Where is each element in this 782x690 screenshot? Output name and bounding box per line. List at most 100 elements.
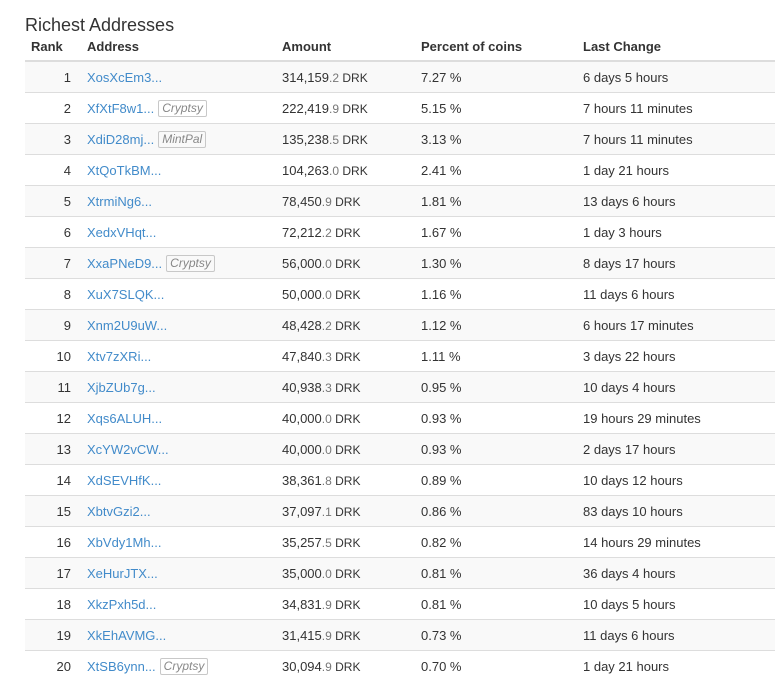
amount-integer: 50,000 <box>282 286 322 302</box>
percent-cell: 5.15 % <box>413 92 575 124</box>
last-change-cell: 11 days 6 hours <box>575 619 775 651</box>
address-link[interactable]: XfXtF8w1... <box>87 101 154 116</box>
last-change-cell: 1 day 21 hours <box>575 650 775 681</box>
rank-cell: 20 <box>25 650 75 681</box>
address-cell: XeHurJTX... <box>75 557 274 589</box>
last-change-cell: 6 hours 17 minutes <box>575 309 775 341</box>
percent-cell: 0.86 % <box>413 495 575 527</box>
table-row: 10 Xtv7zXRi... 47,840.3 DRK 1.11 % 3 days 22… <box>25 340 775 372</box>
address-cell: XosXcEm3... <box>75 60 274 93</box>
percent-cell: 3.13 % <box>413 123 575 155</box>
unit-label: DRK <box>335 504 361 519</box>
amount-cell: 135,238.5 DRK <box>274 123 413 155</box>
amount-unit: DRK <box>339 101 368 116</box>
address-link[interactable]: XjbZUb7g... <box>87 380 156 395</box>
address-cell: XkEhAVMG... <box>75 619 274 651</box>
unit-label: DRK <box>335 194 361 209</box>
table-row: 7 XxaPNeD9... Cryptsy 56,000.0 DRK 1.30 % 8 d… <box>25 247 775 279</box>
unit-label: DRK <box>335 225 361 240</box>
address-link[interactable]: Xnm2U9uW... <box>87 318 167 333</box>
unit-label: DRK <box>335 380 361 395</box>
address-link[interactable]: XedxVHqt... <box>87 225 156 240</box>
exchange-tag: Cryptsy <box>159 657 209 675</box>
unit-label: DRK <box>335 349 361 364</box>
unit-label: DRK <box>342 132 368 147</box>
amount-unit: DRK <box>332 194 361 209</box>
last-change-cell: 6 days 5 hours <box>575 60 775 93</box>
amount-decimal: .0 <box>321 411 332 426</box>
address-cell: XxaPNeD9... Cryptsy <box>75 247 274 279</box>
amount-cell: 34,831.9 DRK <box>274 588 413 620</box>
last-change-cell: 11 days 6 hours <box>575 278 775 310</box>
address-link[interactable]: XbVdy1Mh... <box>87 535 161 550</box>
address-link[interactable]: XkzPxh5d... <box>87 597 156 612</box>
address-link[interactable]: XtQoTkBM... <box>87 163 161 178</box>
unit-label: DRK <box>335 628 361 643</box>
address-link[interactable]: XdiD28mj... <box>87 132 154 147</box>
amount-unit: DRK <box>332 318 361 333</box>
address-link[interactable]: XeHurJTX... <box>87 566 158 581</box>
percent-cell: 0.73 % <box>413 619 575 651</box>
amount-decimal: .0 <box>321 566 332 581</box>
address-link[interactable]: XcYW2vCW... <box>87 442 169 457</box>
unit-label: DRK <box>342 101 368 116</box>
amount-cell: 56,000.0 DRK <box>274 247 413 279</box>
amount-cell: 78,450.9 DRK <box>274 185 413 217</box>
table-row: 1 XosXcEm3... 314,159.2 DRK 7.27 % 6 days 5 … <box>25 60 775 93</box>
address-link[interactable]: Xtv7zXRi... <box>87 349 151 364</box>
rank-cell: 11 <box>25 371 75 403</box>
amount-unit: DRK <box>332 659 361 674</box>
address-cell: XtSB6ynn... Cryptsy <box>75 650 274 681</box>
last-change-cell: 13 days 6 hours <box>575 185 775 217</box>
last-change-cell: 36 days 4 hours <box>575 557 775 589</box>
amount-decimal: .9 <box>321 597 332 612</box>
header-percent: Percent of coins <box>413 32 575 62</box>
amount-decimal: .9 <box>321 628 332 643</box>
header-rank: Rank <box>25 32 75 62</box>
address-link[interactable]: XtSB6ynn... <box>87 659 156 674</box>
rank-cell: 17 <box>25 557 75 589</box>
table-row: 20 XtSB6ynn... Cryptsy 30,094.9 DRK 0.70 % 1 … <box>25 650 775 681</box>
unit-label: DRK <box>335 535 361 550</box>
address-cell: XjbZUb7g... <box>75 371 274 403</box>
unit-label: DRK <box>335 318 361 333</box>
amount-unit: DRK <box>332 349 361 364</box>
amount-decimal: .0 <box>321 442 332 457</box>
address-link[interactable]: XuX7SLQK... <box>87 287 164 302</box>
amount-cell: 222,419.9 DRK <box>274 92 413 124</box>
table-row: 13 XcYW2vCW... 40,000.0 DRK 0.93 % 2 days 17… <box>25 433 775 465</box>
amount-integer: 135,238 <box>282 131 329 147</box>
amount-decimal: .2 <box>321 318 332 333</box>
unit-label: DRK <box>335 411 361 426</box>
address-link[interactable]: XdSEVHfK... <box>87 473 161 488</box>
address-link[interactable]: XkEhAVMG... <box>87 628 166 643</box>
address-cell: XdSEVHfK... <box>75 464 274 496</box>
address-cell: XedxVHqt... <box>75 216 274 248</box>
amount-decimal: .0 <box>321 256 332 271</box>
address-cell: XtQoTkBM... <box>75 154 274 186</box>
amount-unit: DRK <box>332 225 361 240</box>
amount-decimal: .2 <box>329 70 340 85</box>
amount-integer: 35,257 <box>282 534 322 550</box>
exchange-tag: Cryptsy <box>166 254 215 272</box>
rank-cell: 19 <box>25 619 75 651</box>
address-cell: Xqs6ALUH... <box>75 402 274 434</box>
address-link[interactable]: XtrmiNg6... <box>87 194 152 209</box>
amount-cell: 47,840.3 DRK <box>274 340 413 372</box>
amount-unit: DRK <box>332 535 361 550</box>
amount-integer: 31,415 <box>282 627 322 643</box>
address-link[interactable]: XbtvGzi2... <box>87 504 151 519</box>
percent-cell: 1.11 % <box>413 340 575 372</box>
last-change-cell: 8 days 17 hours <box>575 247 775 279</box>
address-link[interactable]: XosXcEm3... <box>87 70 162 85</box>
percent-cell: 0.93 % <box>413 433 575 465</box>
address-cell: Xtv7zXRi... <box>75 340 274 372</box>
address-link[interactable]: Xqs6ALUH... <box>87 411 162 426</box>
last-change-cell: 1 day 3 hours <box>575 216 775 248</box>
unit-label: DRK <box>335 659 361 674</box>
amount-integer: 38,361 <box>282 472 322 488</box>
address-link[interactable]: XxaPNeD9... <box>87 256 162 271</box>
percent-cell: 0.82 % <box>413 526 575 558</box>
percent-cell: 0.89 % <box>413 464 575 496</box>
last-change-cell: 7 hours 11 minutes <box>575 92 775 124</box>
